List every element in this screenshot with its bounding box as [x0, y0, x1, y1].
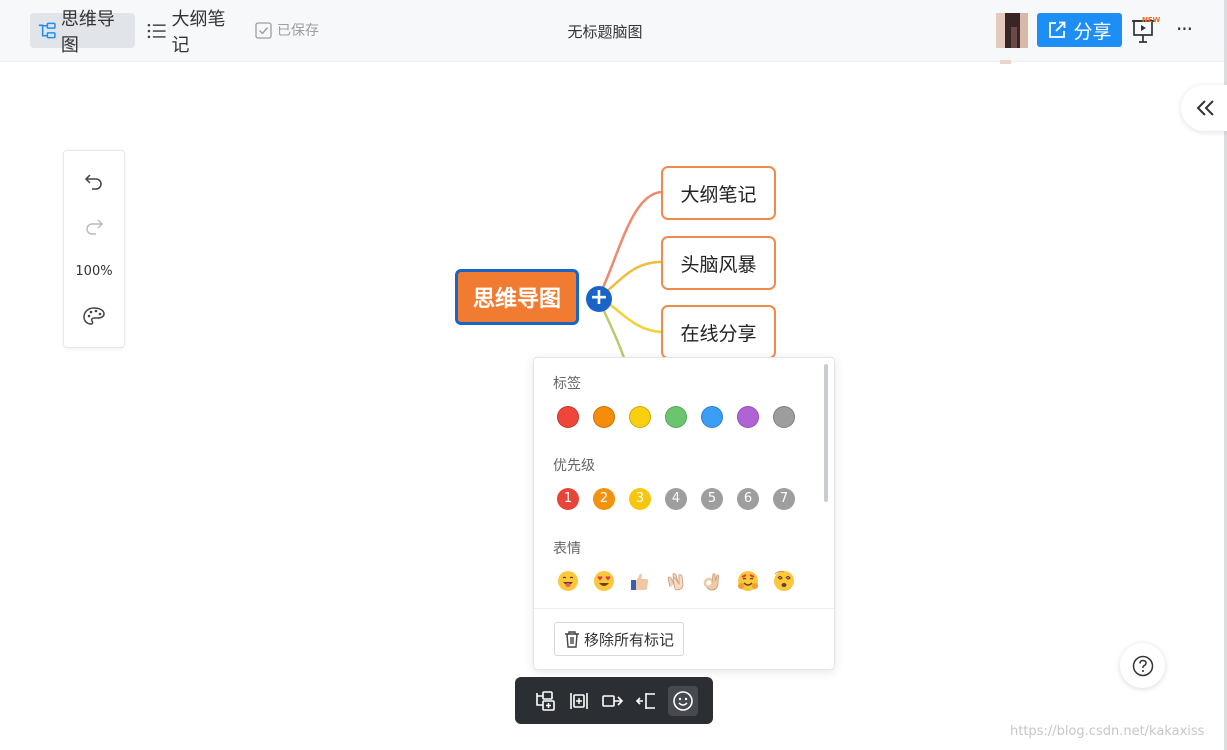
child-node[interactable]: 头脑风暴 [661, 236, 776, 290]
arrow-relation-icon [602, 695, 624, 707]
marker-panel: 标签 优先级 1234567 表情 移除所有标记 [533, 357, 835, 670]
priority-badge[interactable]: 2 [593, 488, 615, 510]
tag-color-dot[interactable] [701, 406, 723, 428]
heart-eyes-icon[interactable] [593, 570, 615, 592]
add-child-node-button[interactable] [530, 686, 560, 716]
watermark: https://blog.csdn.net/kakaxiss [1010, 724, 1205, 739]
add-child-button[interactable]: + [586, 286, 612, 312]
mindmap-editor: 思维导图 大纲笔记 已保存 无标题脑图 分享 NEW ··· 100% 思维导图… [0, 0, 1227, 750]
child-node[interactable]: 大纲笔记 [661, 166, 776, 220]
connector-1 [596, 190, 662, 299]
add-parent-node-icon [635, 693, 655, 709]
add-child-node-icon [536, 691, 555, 711]
thumbs-up-icon[interactable] [629, 570, 651, 592]
hugging-face-icon[interactable] [737, 570, 759, 592]
trash-icon [564, 631, 579, 648]
tag-color-dot[interactable] [665, 406, 687, 428]
tongue-face-icon[interactable] [557, 570, 579, 592]
tag-color-dot[interactable] [773, 406, 795, 428]
tag-color-row [557, 406, 809, 428]
panel-divider [534, 608, 834, 609]
panel-scrollbar[interactable] [824, 364, 828, 502]
tag-color-dot[interactable] [629, 406, 651, 428]
priority-badge[interactable]: 1 [557, 488, 579, 510]
clapping-hands-icon[interactable] [665, 570, 687, 592]
priority-badge[interactable]: 4 [665, 488, 687, 510]
add-marker-button[interactable] [668, 686, 698, 716]
add-relation-button[interactable] [598, 686, 628, 716]
tag-color-dot[interactable] [557, 406, 579, 428]
help-button[interactable] [1120, 643, 1165, 688]
priority-row: 1234567 [557, 488, 809, 510]
priority-badge[interactable]: 5 [701, 488, 723, 510]
root-node[interactable]: 思维导图 [455, 269, 579, 325]
tag-color-dot[interactable] [737, 406, 759, 428]
remove-all-markers-button[interactable]: 移除所有标记 [554, 622, 684, 656]
priority-badge[interactable]: 6 [737, 488, 759, 510]
emoji-title: 表情 [553, 541, 581, 557]
emoji-row [557, 570, 809, 592]
bottom-node-toolbar [515, 677, 713, 724]
ok-hand-icon[interactable] [701, 570, 723, 592]
help-icon [1132, 655, 1153, 676]
priority-badge[interactable]: 7 [773, 488, 795, 510]
smiley-icon [673, 691, 693, 711]
remove-all-markers-label: 移除所有标记 [583, 630, 674, 649]
tag-color-dot[interactable] [593, 406, 615, 428]
dizzy-face-icon[interactable] [773, 570, 795, 592]
priority-title: 优先级 [553, 458, 595, 474]
add-sibling-node-button[interactable] [564, 686, 594, 716]
tags-title: 标签 [553, 376, 581, 392]
priority-badge[interactable]: 3 [629, 488, 651, 510]
add-parent-node-button[interactable] [632, 686, 662, 716]
child-node[interactable]: 在线分享 [661, 305, 776, 359]
add-sibling-node-icon [570, 693, 588, 709]
